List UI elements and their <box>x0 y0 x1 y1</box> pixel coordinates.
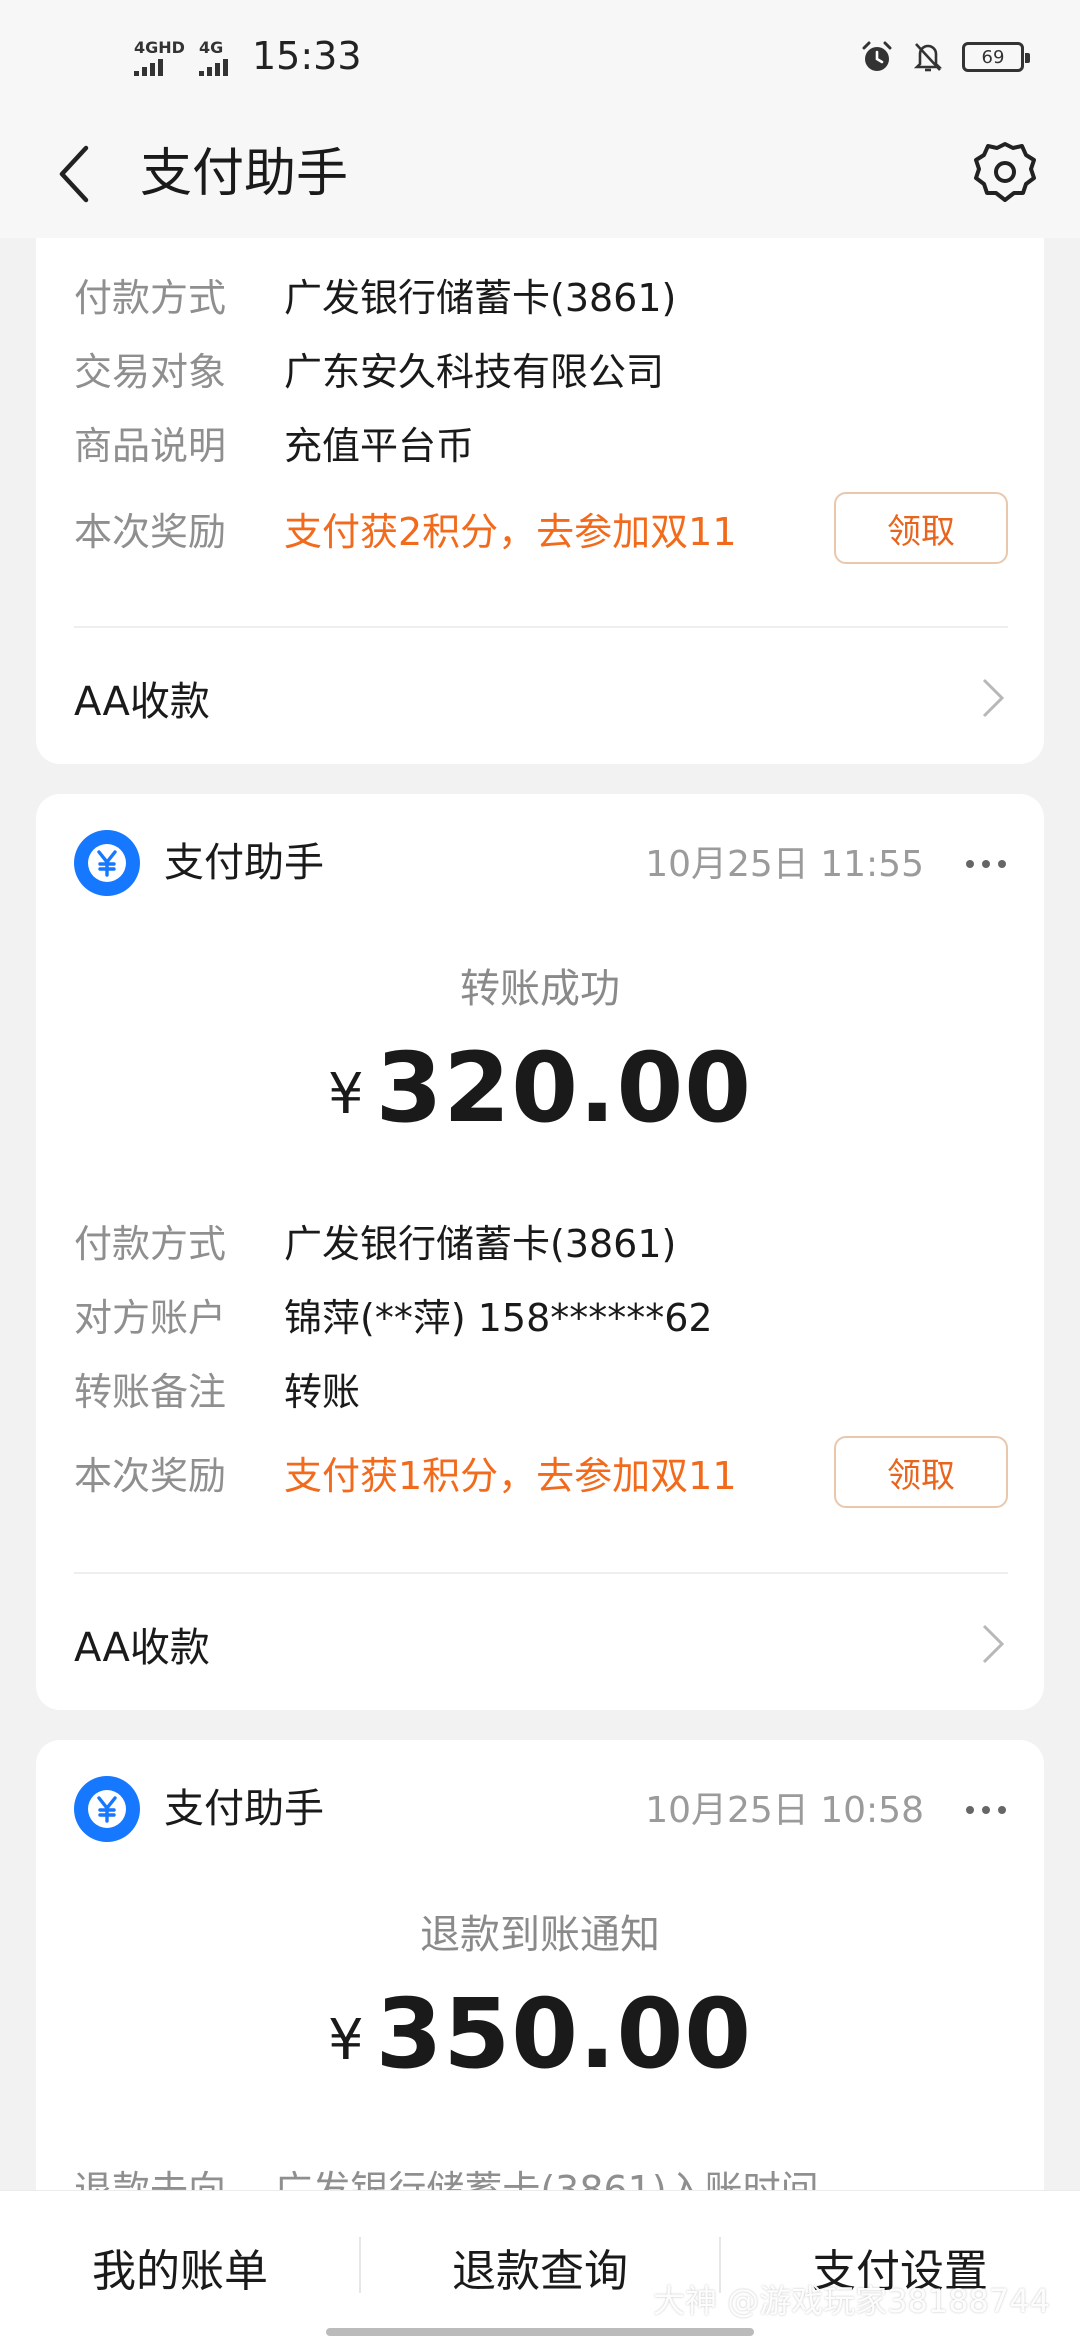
divider <box>74 1572 1008 1574</box>
aa-collect-label: AA收款 <box>74 679 210 725</box>
reward-key: 本次奖励 <box>74 509 227 554</box>
detail-row: 对方账户 锦萍(**萍) 158******62 <box>74 1286 713 1342</box>
transaction-amount: ¥350.00 <box>36 1978 1044 2090</box>
more-options-icon[interactable] <box>966 1806 1006 1816</box>
aa-collect-row[interactable]: AA收款 <box>74 1604 1008 1684</box>
detail-key: 转账备注 <box>74 1369 227 1414</box>
more-options-icon[interactable] <box>966 860 1006 870</box>
signal-sim1: 4GHD <box>134 40 185 76</box>
battery-level: 69 <box>981 46 1005 68</box>
detail-value: 广发银行储蓄卡(3861) <box>284 1221 677 1266</box>
detail-key: 付款方式 <box>74 1221 227 1266</box>
aa-collect-label: AA收款 <box>74 1625 210 1671</box>
detail-key: 交易对象 <box>74 349 227 394</box>
card-header: 支付助手 10月25日 10:58 <box>74 1776 1006 1846</box>
reward-key: 本次奖励 <box>74 1453 227 1498</box>
transaction-status: 转账成功 <box>460 966 620 1012</box>
aa-collect-row[interactable]: AA收款 <box>74 658 1008 738</box>
transaction-status: 退款到账通知 <box>420 1912 660 1958</box>
detail-value: 广发银行储蓄卡(3861) <box>284 275 677 320</box>
chevron-right-icon <box>982 1624 1005 1664</box>
clock: 15:33 <box>252 34 362 78</box>
yuan-coin-icon <box>74 1776 140 1842</box>
detail-key: 对方账户 <box>74 1295 227 1340</box>
reward-row: 本次奖励 支付获1积分，去参加双11 <box>74 1444 737 1500</box>
alarm-icon <box>862 41 892 71</box>
status-bar: 4GHD 4G 15:33 69 <box>0 0 1080 110</box>
transaction-card-2[interactable]: 支付助手 10月25日 11:55 转账成功 ¥320.00 付款方式 广发银行… <box>36 794 1044 1710</box>
detail-key: 付款方式 <box>74 275 227 320</box>
gear-icon[interactable] <box>970 138 1040 208</box>
network-indicators: 4GHD 4G <box>134 40 228 76</box>
message-time: 10月25日 11:55 <box>645 844 924 885</box>
detail-row: 付款方式 广发银行储蓄卡(3861) <box>74 1212 676 1268</box>
payment-assistant-screen: 付款方式 广发银行储蓄卡(3861) 交易对象 广东安久科技有限公司 商品说明 … <box>0 0 1080 2340</box>
app-name: 支付助手 <box>164 840 324 886</box>
reward-value[interactable]: 支付获2积分，去参加双11 <box>284 501 737 556</box>
currency-symbol: ¥ <box>327 1062 364 1127</box>
claim-button[interactable]: 领取 <box>834 1436 1008 1508</box>
network-type-label: 4G <box>198 38 224 57</box>
yuan-coin-icon <box>74 830 140 896</box>
signal-sim2: 4G <box>198 38 228 76</box>
amount-value: 350.00 <box>375 1978 753 2090</box>
detail-value: 转账 <box>284 1369 361 1414</box>
transaction-card-3[interactable]: 支付助手 10月25日 10:58 退款到账通知 ¥350.00 退款去向 广发… <box>36 1740 1044 2240</box>
transaction-card-1[interactable]: 付款方式 广发银行储蓄卡(3861) 交易对象 广东安久科技有限公司 商品说明 … <box>36 170 1044 764</box>
message-time: 10月25日 10:58 <box>645 1790 924 1831</box>
network-type-label: 4GHD <box>134 38 185 57</box>
detail-value: 广东安久科技有限公司 <box>284 349 665 394</box>
card-header: 支付助手 10月25日 11:55 <box>74 830 1006 900</box>
currency-symbol: ¥ <box>327 2008 364 2073</box>
navigation-bar: 支付助手 <box>0 110 1080 238</box>
detail-row: 付款方式 广发银行储蓄卡(3861) <box>74 266 676 322</box>
transaction-amount: ¥320.00 <box>36 1032 1044 1144</box>
detail-value: 锦萍(**萍) 158******62 <box>284 1295 713 1340</box>
reward-value[interactable]: 支付获1积分，去参加双11 <box>284 1445 737 1500</box>
watermark: 大神 @游戏玩家38188744 <box>652 2282 1050 2320</box>
tab-my-bills[interactable]: 我的账单 <box>0 2191 360 2340</box>
reward-row: 本次奖励 支付获2积分，去参加双11 <box>74 500 737 556</box>
chevron-right-icon <box>982 678 1005 718</box>
signal-bars-icon <box>198 58 228 76</box>
battery-icon: 69 <box>962 42 1030 72</box>
back-arrow-icon[interactable] <box>50 140 100 208</box>
signal-bars-icon <box>134 58 163 76</box>
amount-value: 320.00 <box>375 1032 753 1144</box>
detail-value: 充值平台币 <box>284 423 475 468</box>
page-title: 支付助手 <box>140 144 349 204</box>
detail-row: 转账备注 转账 <box>74 1360 360 1416</box>
mute-bell-icon <box>913 43 943 72</box>
home-indicator[interactable] <box>326 2328 754 2336</box>
detail-key: 商品说明 <box>74 423 227 468</box>
detail-row: 商品说明 充值平台币 <box>74 414 474 470</box>
claim-button[interactable]: 领取 <box>834 492 1008 564</box>
detail-row: 交易对象 广东安久科技有限公司 <box>74 340 664 396</box>
divider <box>74 626 1008 628</box>
app-name: 支付助手 <box>164 1786 324 1832</box>
status-icons: 69 <box>860 40 1030 74</box>
